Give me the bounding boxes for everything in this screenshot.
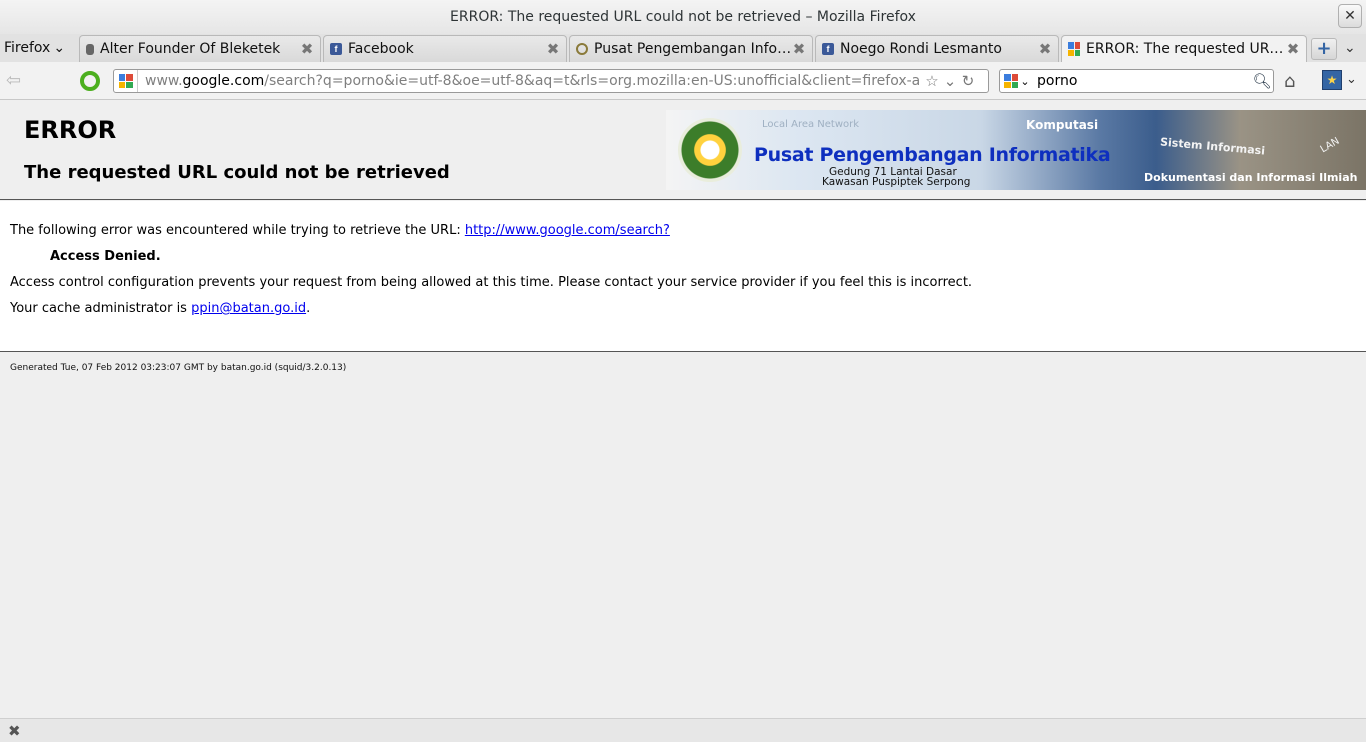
url-prefix: www. [145, 73, 183, 89]
admin-email-link[interactable]: ppin@batan.go.id [191, 301, 306, 316]
banner-address-line2: Kawasan Puspiptek Serpong [822, 176, 971, 188]
institution-banner: Local Area Network Pusat Pengembangan In… [666, 110, 1366, 190]
tab-label: ERROR: The requested URL... [1086, 41, 1286, 57]
tab-strip: Firefox ⌄ Alter Founder Of Bleketek ✖ f … [0, 34, 1366, 62]
access-control-message: Access control configuration prevents yo… [10, 275, 973, 290]
list-all-tabs-button[interactable]: ⌄ [1344, 40, 1356, 56]
search-bar[interactable]: ⌄ porno 🔍︎ [999, 69, 1274, 93]
banner-title: Pusat Pengembangan Informatika [754, 144, 1111, 166]
navigation-toolbar: ⇦ www.google.com/search?q=porno&ie=utf-8… [0, 62, 1366, 100]
home-button[interactable]: ⌂ [1284, 71, 1295, 92]
banner-network-text: Local Area Network [762, 119, 860, 130]
facebook-icon: f [330, 43, 342, 55]
chevron-down-icon: ⌄ [1346, 72, 1357, 87]
plus-icon: + [1316, 38, 1332, 59]
home-icon: ⌂ [1284, 71, 1296, 92]
requested-url-link[interactable]: http://www.google.com/search? [465, 223, 670, 238]
error-header: ERROR The requested URL could not be ret… [0, 100, 1366, 200]
firefox-menu-label: Firefox [4, 40, 51, 56]
tab-facebook[interactable]: f Facebook ✖ [323, 35, 567, 62]
chevron-down-icon: ⌄ [1020, 74, 1030, 88]
search-input[interactable]: porno [1034, 73, 1251, 89]
url-history-dropdown-icon[interactable]: ⌄ [941, 72, 959, 90]
error-description: The following error was encountered whil… [10, 223, 670, 238]
search-icon[interactable]: 🔍︎ [1251, 72, 1273, 90]
bookmarks-button[interactable]: ★ [1322, 70, 1342, 90]
chevron-down-icon: ⌄ [53, 40, 66, 56]
tab-label: Facebook [348, 41, 414, 57]
tab-pusat-pengembangan[interactable]: Pusat Pengembangan Infor... ✖ [569, 35, 813, 62]
cache-admin-text: Your cache administrator is [10, 301, 192, 316]
banner-komputasi: Komputasi [1026, 118, 1099, 132]
tab-alter-founder[interactable]: Alter Founder Of Bleketek ✖ [79, 35, 321, 62]
tab-close-icon[interactable]: ✖ [1286, 40, 1300, 58]
bookmarks-dropdown[interactable]: ⌄ [1346, 72, 1357, 87]
back-arrow-icon: ⇦ [6, 70, 22, 91]
tab-close-icon[interactable]: ✖ [546, 40, 560, 58]
addon-icon[interactable] [80, 71, 100, 91]
banner-dokumentasi: Dokumentasi dan Informasi Ilmiah [1144, 171, 1358, 184]
tab-noego-rondi[interactable]: f Noego Rondi Lesmanto ✖ [815, 35, 1059, 62]
url-input[interactable]: www.google.com/search?q=porno&ie=utf-8&o… [138, 73, 923, 89]
institution-logo [678, 118, 742, 182]
firefox-menu-button[interactable]: Firefox ⌄ [4, 38, 65, 58]
tab-close-icon[interactable]: ✖ [792, 40, 806, 58]
banner-sistem-informasi: Sistem Informasi [1159, 135, 1266, 158]
tab-label: Alter Founder Of Bleketek [100, 41, 281, 57]
seal-icon [576, 43, 588, 55]
chevron-down-icon: ⌄ [1344, 40, 1356, 56]
page-subtitle: The requested URL could not be retrieved [24, 162, 450, 183]
access-denied-label: Access Denied. [50, 249, 161, 264]
tab-label: Noego Rondi Lesmanto [840, 41, 1002, 57]
banner-lan: LAN [1318, 135, 1342, 156]
google-icon [1004, 74, 1019, 88]
google-icon [118, 74, 133, 88]
back-button[interactable]: ⇦ [6, 70, 34, 92]
new-tab-button[interactable]: + [1311, 38, 1337, 60]
error-body: The following error was encountered whil… [0, 201, 1366, 352]
page-title: ERROR [24, 116, 117, 144]
facebook-icon: f [822, 43, 834, 55]
reload-icon[interactable]: ↻ [959, 72, 977, 90]
tab-close-icon[interactable]: ✖ [1038, 40, 1052, 58]
lock-icon [86, 43, 94, 55]
bookmark-star-icon[interactable]: ☆ [923, 72, 941, 90]
url-bar[interactable]: www.google.com/search?q=porno&ie=utf-8&o… [113, 69, 989, 93]
page-content: ERROR The requested URL could not be ret… [0, 100, 1366, 718]
generated-footer: Generated Tue, 07 Feb 2012 03:23:07 GMT … [10, 363, 347, 373]
error-description-text: The following error was encountered whil… [10, 223, 465, 238]
status-bar: ✖ [0, 718, 1366, 742]
cache-admin-period: . [306, 301, 311, 316]
url-path: /search?q=porno&ie=utf-8&oe=utf-8&aq=t&r… [264, 73, 921, 89]
window-titlebar: ERROR: The requested URL could not be re… [0, 0, 1366, 34]
bookmarks-icon: ★ [1326, 73, 1338, 87]
tab-error-active[interactable]: ERROR: The requested URL... ✖ [1061, 35, 1307, 62]
google-icon [1068, 42, 1080, 56]
close-icon[interactable]: ✖ [8, 722, 21, 740]
window-title: ERROR: The requested URL could not be re… [450, 9, 916, 25]
cache-admin-line: Your cache administrator is ppin@batan.g… [10, 301, 310, 316]
search-engine-button[interactable]: ⌄ [1000, 74, 1034, 88]
site-identity-button[interactable] [114, 70, 138, 92]
tab-label: Pusat Pengembangan Infor... [594, 41, 792, 57]
close-icon: ✕ [1344, 8, 1356, 24]
url-host: google.com [182, 73, 265, 89]
window-close-button[interactable]: ✕ [1338, 4, 1362, 28]
tab-close-icon[interactable]: ✖ [300, 40, 314, 58]
